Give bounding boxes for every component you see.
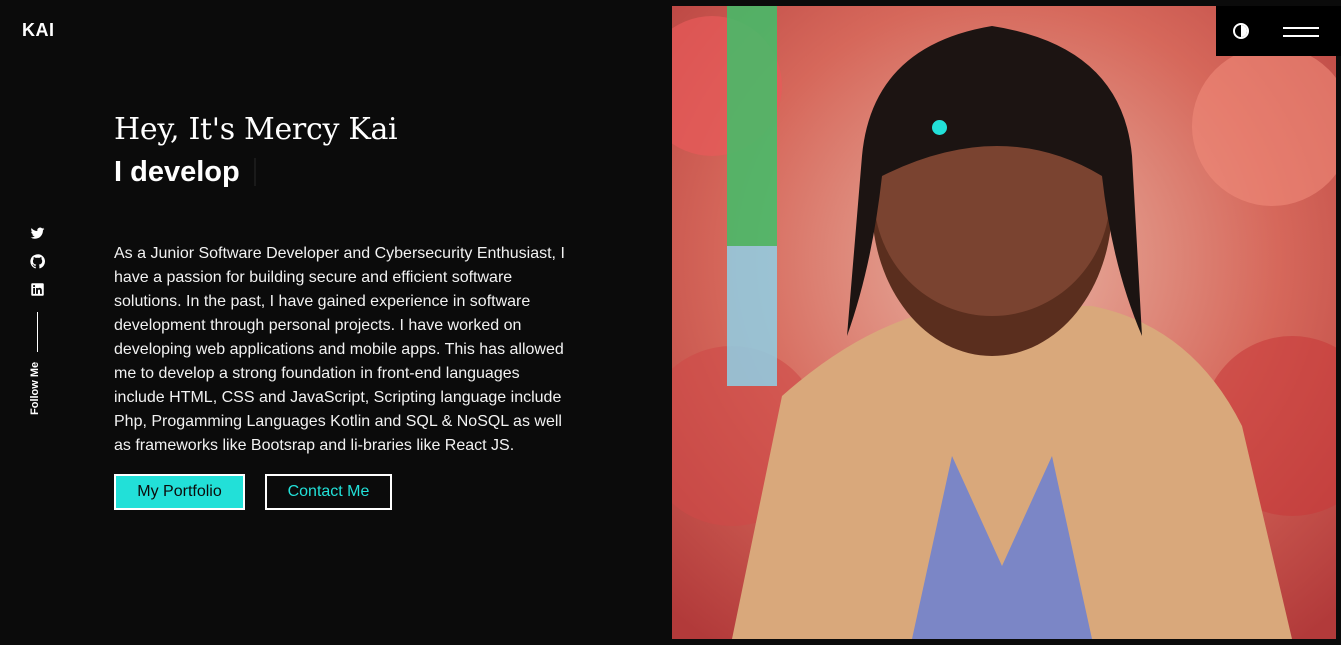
hero-buttons: My Portfolio Contact Me — [114, 474, 564, 510]
menu-line — [1283, 27, 1319, 29]
linkedin-icon[interactable] — [28, 280, 46, 298]
follow-me-label: Follow Me — [29, 361, 41, 415]
my-portfolio-button[interactable]: My Portfolio — [114, 474, 245, 510]
profile-photo-illustration — [672, 6, 1336, 639]
hero-section: Hey, It's Mercy Kai I develop As a Junio… — [114, 112, 565, 510]
about-paragraph: As a Junior Software Developer and Cyber… — [114, 245, 565, 454]
social-links — [27, 224, 47, 352]
hamburger-menu-icon[interactable] — [1283, 25, 1319, 37]
hero-greeting: Hey, It's Mercy Kai — [114, 112, 398, 147]
typing-caret — [253, 158, 256, 186]
role-text: I develop — [114, 156, 240, 188]
divider-line — [36, 312, 38, 352]
contact-me-button[interactable]: Contact Me — [265, 474, 392, 510]
hero-role: I develop — [114, 156, 564, 188]
theme-toggle-icon[interactable] — [1233, 23, 1249, 39]
menu-line — [1283, 35, 1319, 37]
twitter-icon[interactable] — [28, 224, 46, 242]
cursor-dot — [932, 120, 947, 135]
github-icon[interactable] — [28, 252, 46, 270]
profile-photo — [672, 6, 1336, 639]
top-bar — [1216, 6, 1341, 56]
logo[interactable]: KAI — [22, 20, 55, 41]
